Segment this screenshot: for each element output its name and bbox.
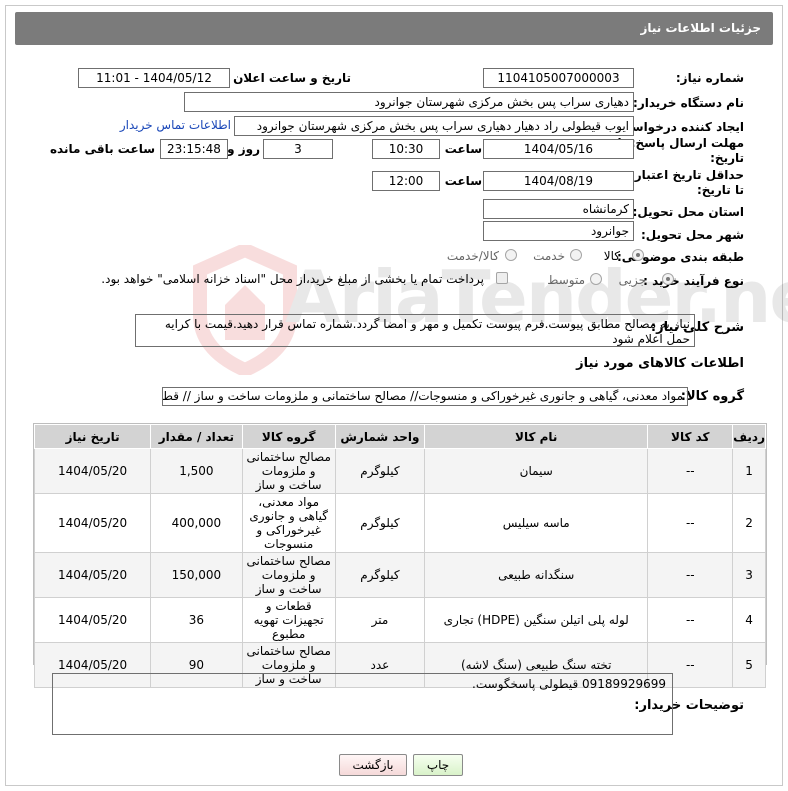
back-button[interactable]: بازگشت: [339, 754, 407, 776]
table-row: 2 -- ماسه سیلیس کیلوگرم مواد معدنی، گیاه…: [33, 493, 766, 553]
cell-unit: کیلوگرم: [334, 493, 426, 553]
table-header-row: ردیف کد کالا نام کالا واحد شمارش گروه کا…: [33, 424, 766, 449]
cell-date: 1404/05/20: [33, 597, 152, 643]
announce-field: 1404/05/12 - 11:01: [78, 68, 230, 88]
col-header-date: تاریخ نیاز: [33, 424, 152, 449]
cell-unit: کیلوگرم: [334, 552, 426, 598]
cell-group: مصالح ساختمانی و ملزومات ساخت و ساز: [241, 448, 336, 494]
col-header-group: گروه کالا: [241, 424, 336, 449]
cell-qty: 400,000: [150, 493, 243, 553]
category-option-service: خدمت: [533, 249, 565, 263]
cell-name: ماسه سیلیس: [424, 493, 649, 553]
city-label: شهر محل تحویل:: [640, 228, 744, 242]
remaining-time-field: 23:15:48: [160, 139, 228, 159]
cell-date: 1404/05/20: [33, 493, 152, 553]
process-radio-medium[interactable]: [590, 273, 602, 285]
cell-code: --: [647, 597, 734, 643]
cell-date: 1404/05/20: [33, 552, 152, 598]
treasury-payment-checkbox[interactable]: [496, 272, 508, 284]
cell-unit: متر: [334, 597, 426, 643]
buyer-notes-field: 09189929699 قیطولی پاسخگوست.: [52, 673, 673, 735]
header-bar: جزئیات اطلاعات نیاز: [15, 12, 773, 45]
goods-section-title: اطلاعات کالاهای مورد نیاز: [576, 356, 744, 371]
cell-group: قطعات و تجهیزات تهویه مطبوع: [241, 597, 336, 643]
category-radio-goods[interactable]: [632, 249, 644, 261]
cell-group: مواد معدنی، گیاهی و جانوری غیرخوراکی و م…: [241, 493, 336, 553]
process-radio-minor[interactable]: [662, 273, 674, 285]
deadline-date-field: 1404/05/16: [483, 139, 634, 159]
col-header-unit: واحد شمارش: [334, 424, 426, 449]
category-option-goods: کالا: [603, 249, 620, 263]
process-option-medium: متوسط: [547, 273, 585, 287]
province-field: کرمانشاه: [483, 199, 634, 219]
cell-index: 5: [732, 642, 766, 688]
category-option-goods-service: کالا/خدمت: [446, 249, 499, 263]
deadline-label-date: تاریخ:: [710, 151, 744, 165]
buyer-contact-link[interactable]: اطلاعات تماس خریدار: [120, 118, 231, 132]
description-field: نیاز به مصالح مطابق پیوست.فرم پیوست تکمی…: [135, 314, 695, 347]
goods-group-label: گروه کالا:: [680, 389, 744, 404]
table-row: 3 -- سنگدانه طبیعی کیلوگرم مصالح ساختمان…: [33, 552, 766, 598]
creator-field: ایوب قیطولی راد دهیار دهیاری سراب پس بخش…: [234, 116, 634, 136]
cell-index: 4: [732, 597, 766, 643]
validity-date-field: 1404/08/19: [483, 171, 634, 191]
cell-date: 1404/05/20: [33, 448, 152, 494]
cell-qty: 1,500: [150, 448, 243, 494]
cell-name: سنگدانه طبیعی: [424, 552, 649, 598]
cell-unit: کیلوگرم: [334, 448, 426, 494]
category-radio-goods-service[interactable]: [505, 249, 517, 261]
deadline-time-label: ساعت: [444, 142, 482, 156]
cell-code: --: [647, 552, 734, 598]
page-title: جزئیات اطلاعات نیاز: [640, 21, 761, 35]
validity-time-field: 12:00: [372, 171, 440, 191]
treasury-payment-note: پرداخت تمام یا بخشی از مبلغ خرید،از محل …: [101, 272, 484, 286]
days-label: روز و: [227, 142, 260, 156]
col-header-qty: تعداد / مقدار: [150, 424, 243, 449]
category-radio-service[interactable]: [570, 249, 582, 261]
table-row: 4 -- لوله پلی اتیلن سنگین (HDPE) تجاری م…: [33, 597, 766, 643]
validity-time-label: ساعت: [444, 174, 482, 188]
cell-group: مصالح ساختمانی و ملزومات ساخت و ساز: [241, 552, 336, 598]
remaining-label: ساعت باقی مانده: [49, 142, 155, 156]
need-number-label: شماره نیاز:: [675, 71, 744, 85]
print-button[interactable]: چاپ: [413, 754, 463, 776]
cell-qty: 36: [150, 597, 243, 643]
buyer-field: دهیاری سراب پس بخش مرکزی شهرستان جوانرود: [184, 92, 634, 112]
days-field: 3: [263, 139, 333, 159]
process-label: نوع فرآیند خرید :: [643, 274, 744, 288]
table-row: 1 -- سیمان کیلوگرم مصالح ساختمانی و ملزو…: [33, 448, 766, 494]
need-number-field: 1104105007000003: [483, 68, 634, 88]
deadline-time-field: 10:30: [372, 139, 440, 159]
goods-group-field: مواد معدنی، گیاهی و جانوری غیرخوراکی و م…: [162, 387, 688, 406]
cell-index: 2: [732, 493, 766, 553]
province-label: استان محل تحویل:: [632, 205, 744, 219]
cell-name: لوله پلی اتیلن سنگین (HDPE) تجاری: [424, 597, 649, 643]
process-option-minor: جزیی: [618, 273, 646, 287]
cell-code: --: [647, 493, 734, 553]
goods-table: ردیف کد کالا نام کالا واحد شمارش گروه کا…: [33, 423, 767, 688]
city-field: جوانرود: [483, 221, 634, 241]
deadline-label: مهلت ارسال پاسخ: تا: [617, 136, 745, 150]
buyer-label: نام دستگاه خریدار:: [633, 96, 744, 110]
cell-qty: 150,000: [150, 552, 243, 598]
cell-code: --: [647, 448, 734, 494]
col-header-index: ردیف: [732, 424, 766, 449]
cell-index: 1: [732, 448, 766, 494]
cell-name: سیمان: [424, 448, 649, 494]
cell-index: 3: [732, 552, 766, 598]
col-header-name: نام کالا: [424, 424, 649, 449]
validity-label-date: تا تاریخ:: [696, 183, 744, 197]
col-header-code: کد کالا: [647, 424, 734, 449]
